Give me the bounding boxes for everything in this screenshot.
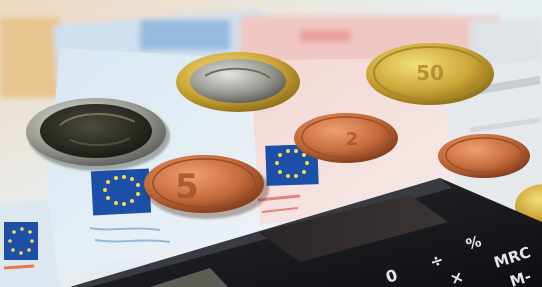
svg-text:50: 50: [416, 61, 444, 85]
one-euro-coin: [176, 52, 300, 112]
svg-text:2: 2: [346, 129, 359, 150]
two-cent-coin-right: [438, 134, 530, 178]
euro-money-photo: 50 2 5 % MRC M- ÷ × 0: [0, 0, 542, 287]
two-cent-coin-middle: 2: [294, 113, 398, 163]
fifty-cent-coin: 50: [366, 43, 494, 105]
svg-text:5: 5: [175, 167, 199, 207]
